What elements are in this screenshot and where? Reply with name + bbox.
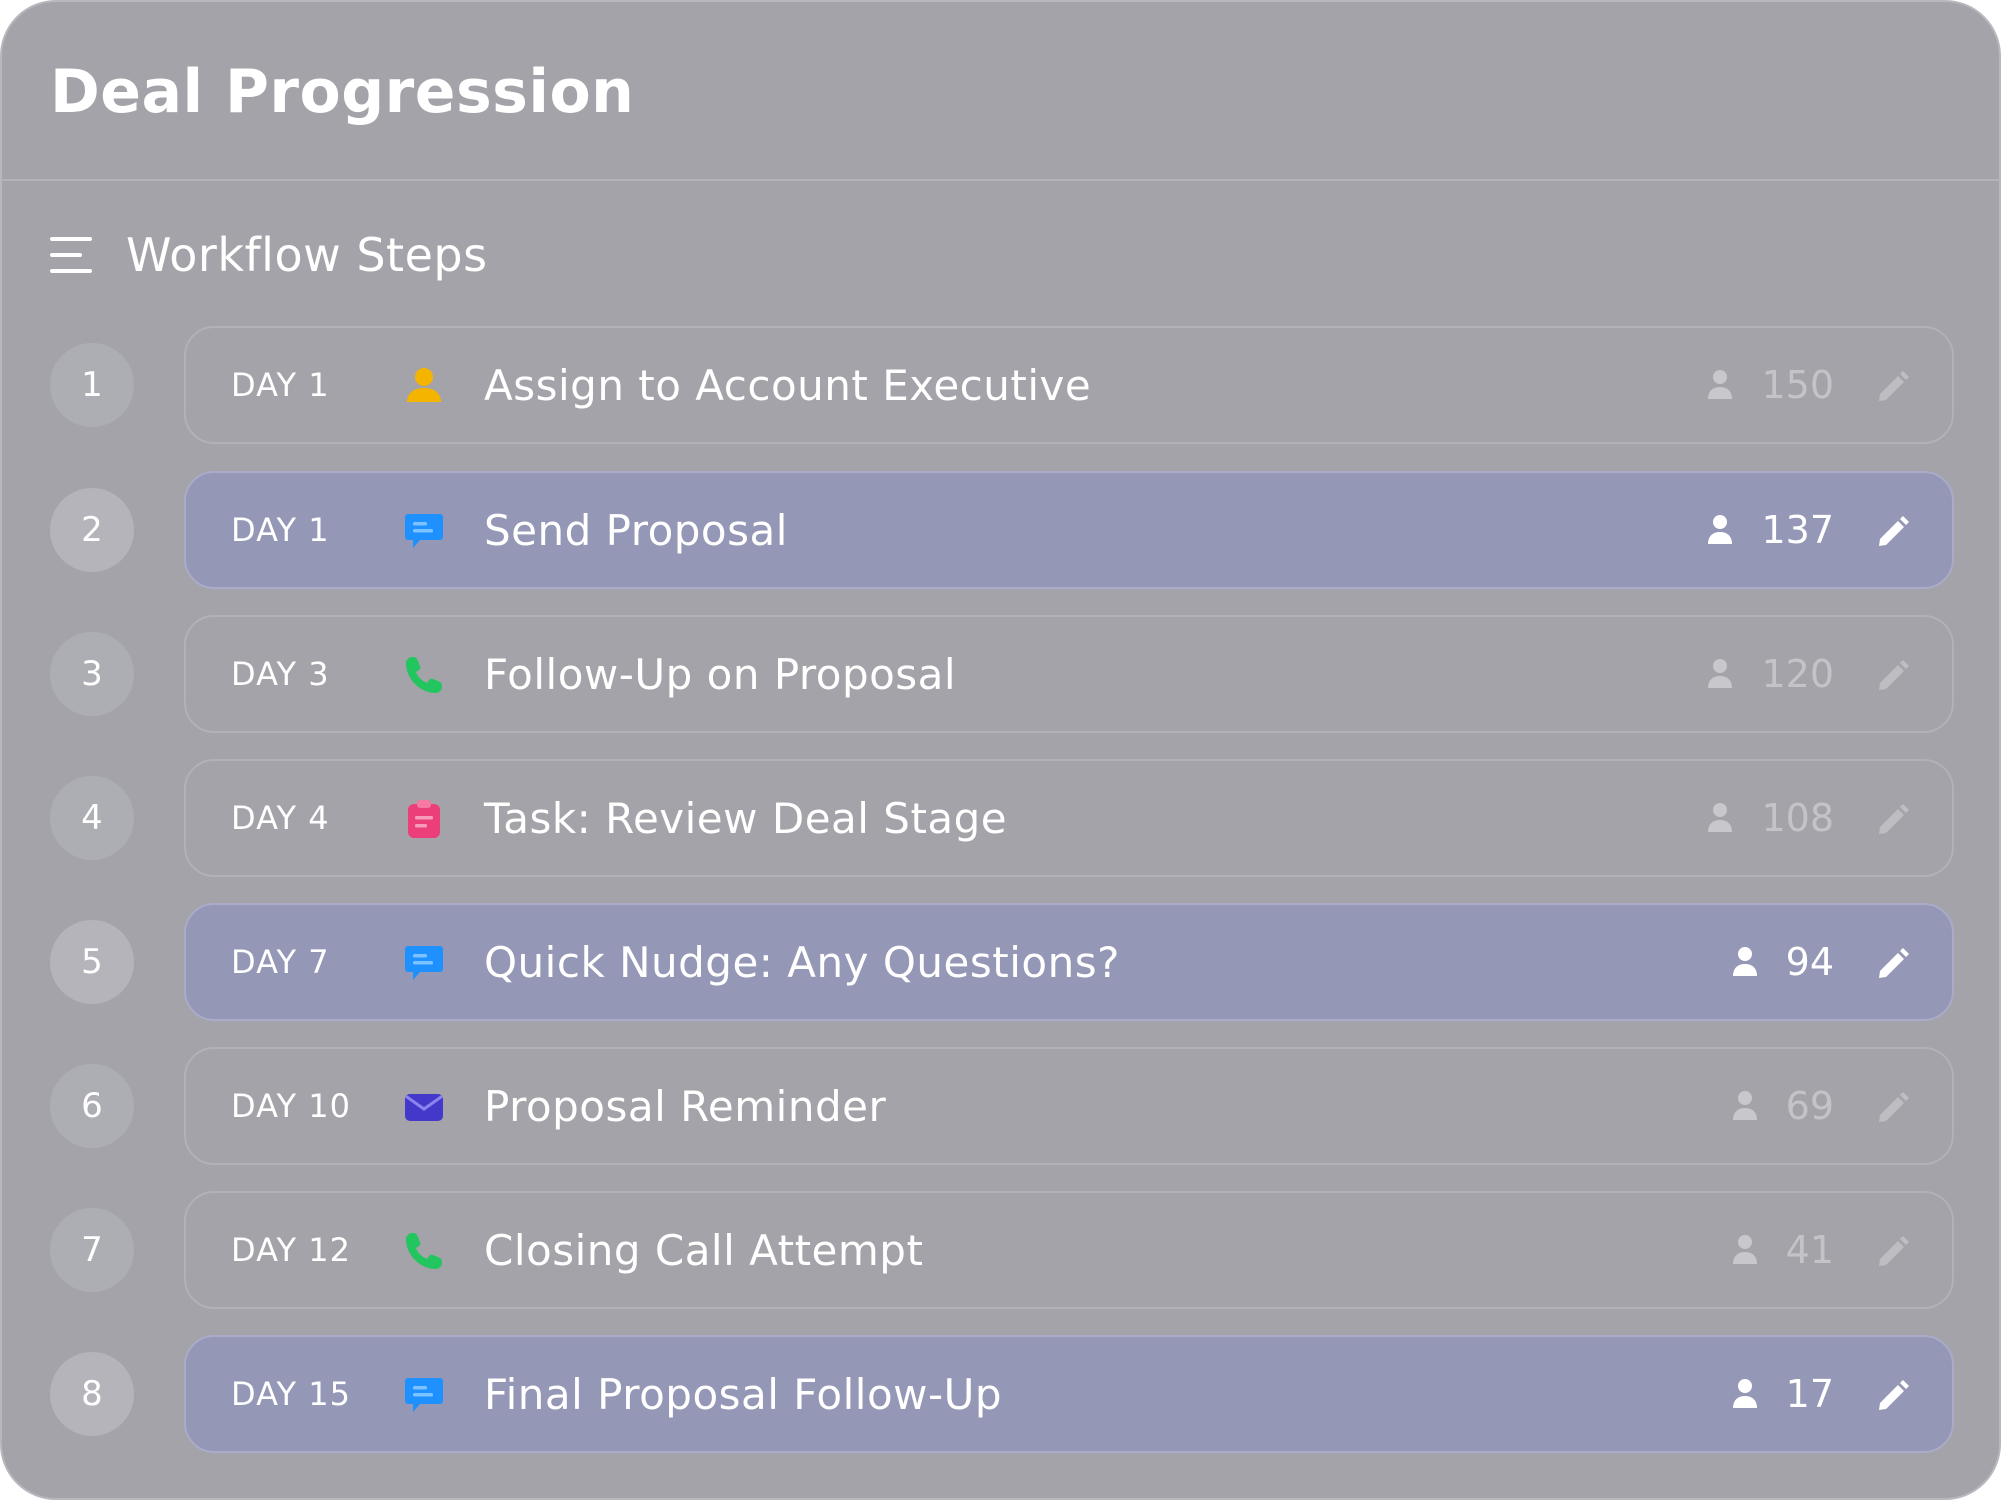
enrolled-count: 150 bbox=[1707, 328, 1834, 442]
step-count: 150 bbox=[1761, 363, 1834, 407]
workflow-step-card[interactable]: DAY 15 Final Proposal Follow-Up 17 bbox=[184, 1335, 1954, 1453]
step-day: DAY 4 bbox=[231, 799, 330, 837]
message-icon bbox=[405, 514, 443, 548]
workflow-step-card[interactable]: DAY 12 Closing Call Attempt 41 bbox=[184, 1191, 1954, 1309]
workflow-step-card[interactable]: DAY 1 Send Proposal 137 bbox=[184, 471, 1954, 589]
enrolled-count: 94 bbox=[1732, 905, 1834, 1019]
enrolled-count: 137 bbox=[1707, 473, 1834, 587]
step-day: DAY 12 bbox=[231, 1231, 351, 1269]
phone-icon bbox=[406, 657, 442, 693]
contacts-icon bbox=[1708, 515, 1733, 544]
step-count: 41 bbox=[1785, 1228, 1834, 1272]
step-number: 7 bbox=[50, 1208, 134, 1292]
step-count: 137 bbox=[1761, 508, 1834, 552]
step-title: Closing Call Attempt bbox=[484, 1225, 924, 1275]
step-count: 69 bbox=[1785, 1084, 1834, 1128]
step-count: 108 bbox=[1761, 796, 1834, 840]
workflow-step-card[interactable]: DAY 1 Assign to Account Executive 150 bbox=[184, 326, 1954, 444]
page-title: Deal Progression bbox=[50, 57, 635, 127]
pencil-edit-icon[interactable] bbox=[1876, 515, 1910, 549]
step-title: Send Proposal bbox=[484, 505, 788, 555]
pencil-edit-icon[interactable] bbox=[1876, 1379, 1910, 1413]
step-number: 5 bbox=[50, 920, 134, 1004]
step-number: 8 bbox=[50, 1352, 134, 1436]
section-header: Workflow Steps bbox=[50, 220, 488, 290]
workflow-step-card[interactable]: DAY 10 Proposal Reminder 69 bbox=[184, 1047, 1954, 1165]
pencil-edit-icon[interactable] bbox=[1876, 659, 1910, 693]
deal-progression-panel: Deal Progression Workflow Steps 1 DAY 1 … bbox=[0, 0, 2001, 1500]
pencil-edit-icon[interactable] bbox=[1876, 370, 1910, 404]
step-number: 4 bbox=[50, 776, 134, 860]
pencil-edit-icon[interactable] bbox=[1876, 803, 1910, 837]
contacts-icon bbox=[1732, 947, 1757, 976]
person-icon bbox=[407, 368, 441, 402]
step-day: DAY 3 bbox=[231, 655, 330, 693]
contacts-icon bbox=[1732, 1235, 1757, 1264]
panel-header: Deal Progression bbox=[2, 2, 1999, 181]
contacts-icon bbox=[1708, 370, 1733, 399]
contacts-icon bbox=[1732, 1379, 1757, 1408]
enrolled-count: 120 bbox=[1707, 617, 1834, 731]
menu-lines-icon[interactable] bbox=[50, 237, 96, 273]
workflow-step-card[interactable]: DAY 4 Task: Review Deal Stage 108 bbox=[184, 759, 1954, 877]
step-number: 1 bbox=[50, 343, 134, 427]
step-day: DAY 1 bbox=[231, 511, 330, 549]
step-count: 94 bbox=[1785, 940, 1834, 984]
step-count: 120 bbox=[1761, 652, 1834, 696]
step-day: DAY 7 bbox=[231, 943, 330, 981]
step-count: 17 bbox=[1785, 1372, 1834, 1416]
contacts-icon bbox=[1708, 659, 1733, 688]
envelope-icon bbox=[405, 1094, 443, 1121]
phone-icon bbox=[406, 1233, 442, 1269]
step-day: DAY 1 bbox=[231, 366, 330, 404]
step-title: Task: Review Deal Stage bbox=[484, 793, 1008, 843]
enrolled-count: 17 bbox=[1732, 1337, 1834, 1451]
contacts-icon bbox=[1708, 803, 1733, 832]
step-title: Final Proposal Follow-Up bbox=[484, 1369, 1003, 1419]
step-number: 2 bbox=[50, 488, 134, 572]
workflow-step-card[interactable]: DAY 7 Quick Nudge: Any Questions? 94 bbox=[184, 903, 1954, 1021]
enrolled-count: 69 bbox=[1732, 1049, 1834, 1163]
enrolled-count: 41 bbox=[1732, 1193, 1834, 1307]
step-title: Quick Nudge: Any Questions? bbox=[484, 937, 1120, 987]
pencil-edit-icon[interactable] bbox=[1876, 1235, 1910, 1269]
step-day: DAY 10 bbox=[231, 1087, 351, 1125]
message-icon bbox=[405, 946, 443, 980]
step-number: 6 bbox=[50, 1064, 134, 1148]
step-number: 3 bbox=[50, 632, 134, 716]
section-title: Workflow Steps bbox=[126, 228, 488, 282]
clipboard-icon bbox=[408, 800, 440, 838]
pencil-edit-icon[interactable] bbox=[1876, 1091, 1910, 1125]
pencil-edit-icon[interactable] bbox=[1876, 947, 1910, 981]
enrolled-count: 108 bbox=[1707, 761, 1834, 875]
step-title: Assign to Account Executive bbox=[484, 360, 1092, 410]
step-day: DAY 15 bbox=[231, 1375, 351, 1413]
message-icon bbox=[405, 1378, 443, 1412]
contacts-icon bbox=[1732, 1091, 1757, 1120]
workflow-step-card[interactable]: DAY 3 Follow-Up on Proposal 120 bbox=[184, 615, 1954, 733]
step-title: Proposal Reminder bbox=[484, 1081, 887, 1131]
step-title: Follow-Up on Proposal bbox=[484, 649, 957, 699]
